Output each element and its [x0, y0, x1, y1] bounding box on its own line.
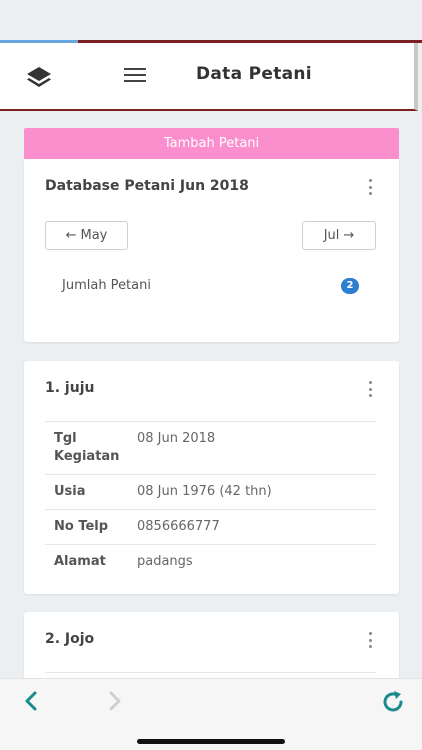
page-title: Data Petani	[196, 64, 312, 84]
farmer-count-badge: 2	[341, 278, 359, 294]
app-header: Data Petani	[0, 43, 418, 111]
detail-value: padangs	[137, 554, 193, 569]
detail-key: Alamat	[54, 554, 106, 569]
forward-button[interactable]	[102, 689, 126, 713]
next-month-label: Jul	[323, 228, 340, 243]
layers-button[interactable]	[22, 63, 56, 93]
layers-icon	[27, 67, 51, 87]
farmer-count-label: Jumlah Petani	[62, 278, 151, 293]
prev-month-button[interactable]: ← May	[45, 221, 128, 250]
detail-value: 0856666777	[137, 519, 220, 534]
chevron-left-icon	[25, 691, 37, 711]
detail-row: Alamat padangs	[45, 544, 376, 579]
farmer-card-title: 2. Jojo	[45, 631, 95, 647]
prev-month-label: May	[80, 228, 108, 243]
farmer-detail-table: Tgl Kegiatan 08 Jun 2018 Usia 08 Jun 197…	[45, 421, 376, 579]
reload-button[interactable]	[380, 689, 406, 715]
menu-button[interactable]	[120, 63, 150, 87]
detail-key: Tgl Kegiatan	[54, 431, 120, 464]
detail-row: Usia 08 Jun 1976 (42 thn)	[45, 474, 376, 509]
more-options-icon[interactable]	[367, 179, 373, 195]
more-options-icon[interactable]	[367, 632, 373, 648]
arrow-left-icon: ←	[65, 228, 77, 243]
detail-key: No Telp	[54, 519, 109, 534]
chevron-right-icon	[109, 691, 121, 711]
back-button[interactable]	[20, 689, 44, 713]
reload-icon	[383, 691, 403, 712]
farmer-card-title: 1. juju	[45, 380, 95, 396]
next-month-button[interactable]: Jul →	[302, 221, 376, 250]
detail-row: Tgl Kegiatan 08 Jun 2018	[45, 421, 376, 474]
add-farmer-button[interactable]: Tambah Petani	[24, 128, 399, 159]
detail-value: 08 Jun 1976 (42 thn)	[137, 484, 272, 499]
summary-card-title: Database Petani Jun 2018	[45, 178, 249, 194]
detail-key: Usia	[54, 484, 86, 499]
more-options-icon[interactable]	[367, 381, 373, 397]
farmer-card: 1. juju Tgl Kegiatan 08 Jun 2018 Usia 08…	[24, 361, 399, 594]
detail-row: No Telp 0856666777	[45, 509, 376, 544]
summary-card: Database Petani Jun 2018 ← May Jul → Jum…	[24, 159, 399, 342]
detail-value: 08 Jun 2018	[137, 431, 216, 446]
divider	[45, 672, 376, 673]
arrow-right-icon: →	[343, 228, 355, 243]
hamburger-menu-icon	[124, 68, 146, 82]
home-indicator	[137, 739, 285, 744]
browser-bottom-bar	[0, 678, 422, 750]
